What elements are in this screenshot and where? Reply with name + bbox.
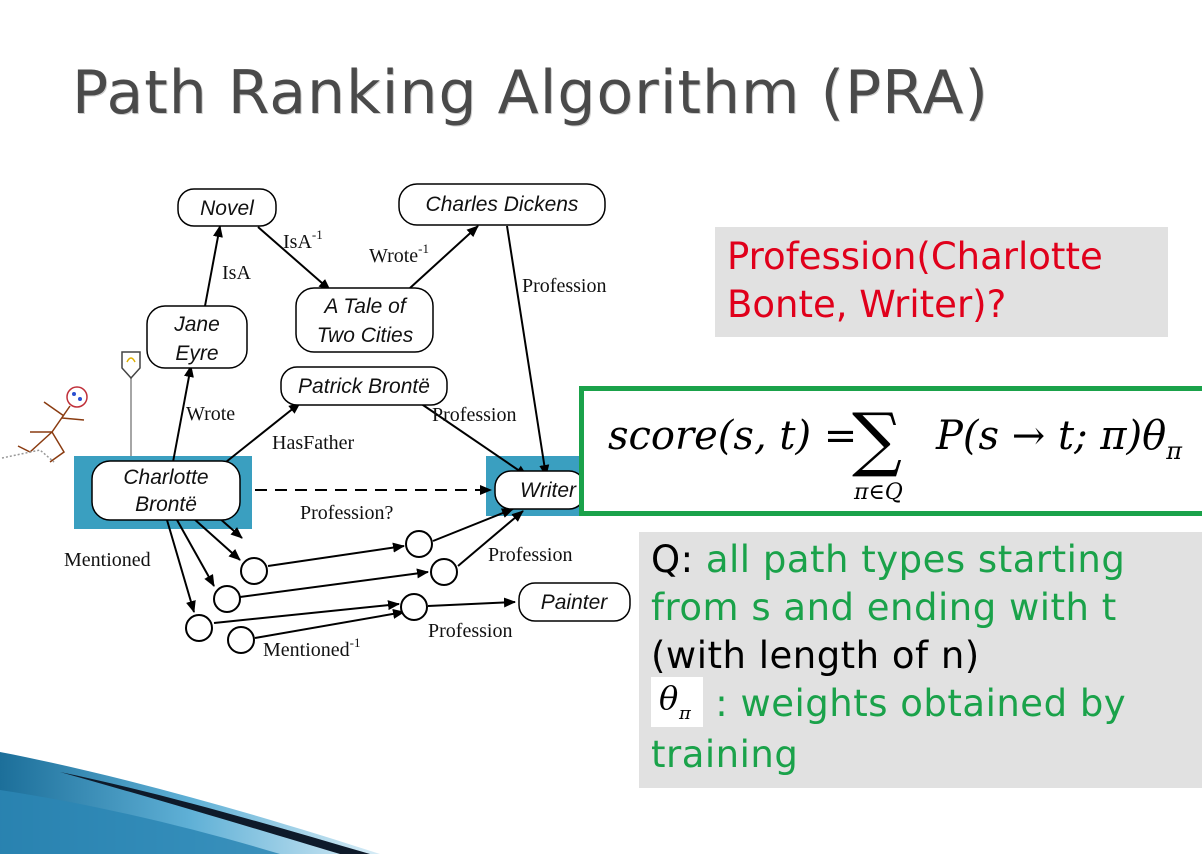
edge-label-isa-inverse: IsA-1 xyxy=(283,227,323,253)
intermediate-node xyxy=(185,614,213,642)
running-figure-icon xyxy=(1,386,88,463)
svg-text:θ: θ xyxy=(659,679,679,717)
edge-label-profession-patrick: Profession xyxy=(432,404,516,426)
intermediate-node xyxy=(240,557,268,585)
intermediate-node xyxy=(400,593,428,621)
edge-label-profession-paths: Profession xyxy=(488,544,572,566)
svg-text:π: π xyxy=(678,703,692,724)
explanation-theta-line-2: training xyxy=(651,732,799,776)
explanation-panel: Q: all path types starting from s and en… xyxy=(639,532,1202,788)
edge-label-hasfather: HasFather xyxy=(272,432,355,454)
node-painter-label: Painter xyxy=(541,591,609,614)
node-tale-label-line2: Two Cities xyxy=(317,324,414,347)
node-charlotte-label-line1: Charlotte xyxy=(123,466,208,489)
node-patrick-label: Patrick Brontë xyxy=(298,375,430,398)
edge-label-profession-query: Profession? xyxy=(300,502,393,524)
node-writer-label: Writer xyxy=(520,479,577,502)
edge-label-isa: IsA xyxy=(222,262,251,284)
edge-label-mentioned-inverse: Mentioned-1 xyxy=(263,635,361,661)
intermediate-node xyxy=(405,530,433,558)
node-charles-dickens-label: Charles Dickens xyxy=(426,193,579,216)
explanation-theta-line-1: θπ : weights obtained by xyxy=(651,676,1190,731)
theta-symbol: θπ xyxy=(651,676,703,727)
node-jane-label-line2: Eyre xyxy=(175,342,218,365)
slide-decoration-swoosh xyxy=(0,752,380,854)
formula-rhs: P(s → t; π)θπ xyxy=(935,413,1183,465)
explanation-q-line-1: Q: all path types starting xyxy=(651,538,1126,581)
formula-lhs: score(s, t) = xyxy=(608,413,857,459)
query-callout: Profession(Charlotte Bonte, Writer)? xyxy=(715,227,1168,337)
node-tale-label-line1: A Tale of xyxy=(322,295,407,318)
query-line-1: Profession(Charlotte xyxy=(727,235,1103,278)
intermediate-node xyxy=(213,585,241,613)
explanation-q-line-2: from s and ending with t xyxy=(651,586,1117,629)
edge-label-profession-painter: Profession xyxy=(428,620,512,642)
score-formula: score(s, t) = ∑ π∈Q P(s → t; π)θπ xyxy=(608,398,1183,505)
explanation-q-line-3: (with length of n) xyxy=(651,634,980,677)
edge-label-wrote: Wrote xyxy=(186,403,235,425)
node-jane-label-line1: Jane xyxy=(173,313,220,336)
intermediate-node xyxy=(430,558,458,586)
query-line-2: Bonte, Writer)? xyxy=(727,283,1007,326)
edge-label-wrote-inverse: Wrote-1 xyxy=(369,241,429,267)
node-novel-label: Novel xyxy=(200,197,255,220)
formula-sum-subscript: π∈Q xyxy=(853,480,903,505)
formula-sum-sign: ∑ xyxy=(852,398,902,480)
node-charlotte-label-line2: Brontë xyxy=(135,493,197,516)
score-formula-box: score(s, t) = ∑ π∈Q P(s → t; π)θπ xyxy=(579,386,1202,516)
intermediate-node xyxy=(227,626,255,654)
edge-label-profession-dickens: Profession xyxy=(522,275,606,297)
edge-label-mentioned: Mentioned xyxy=(64,549,151,571)
